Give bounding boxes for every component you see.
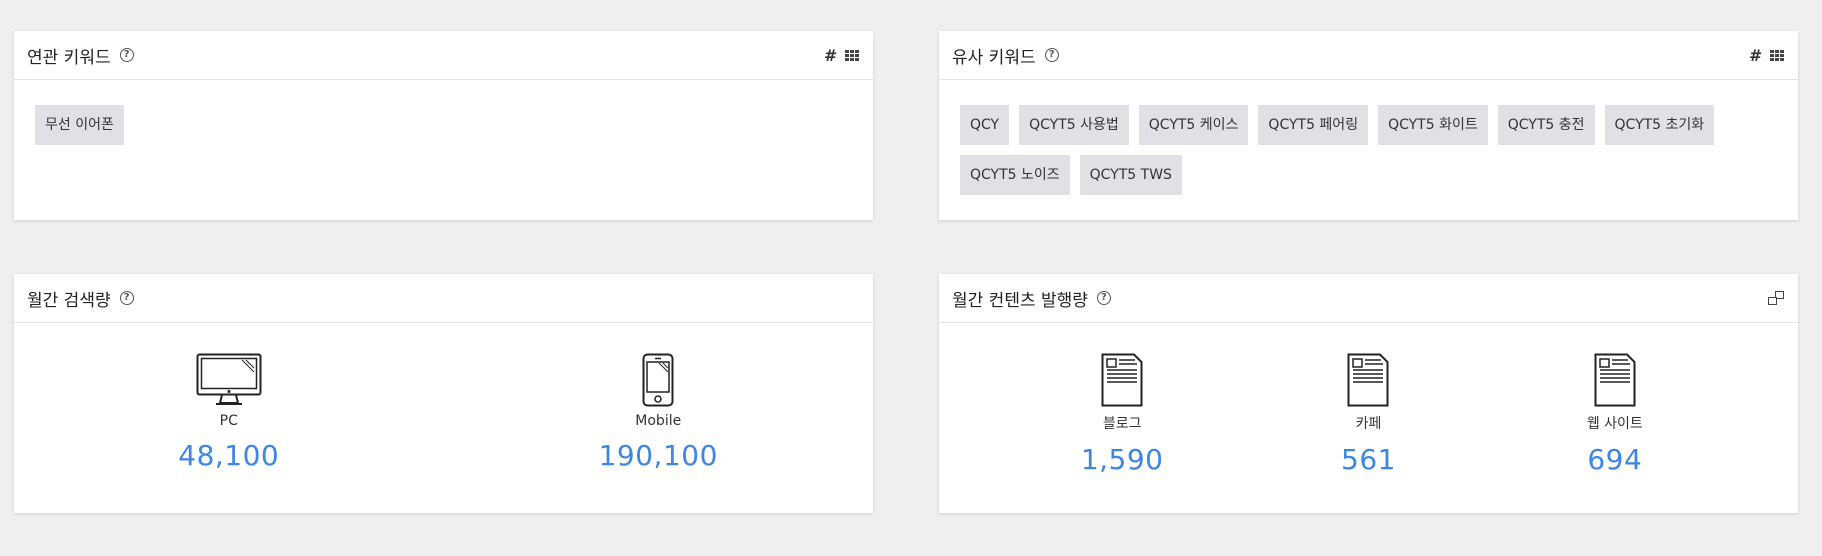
search-volume-card: 월간 검색량 ? PC 48,100 Mobile 190,100 <box>14 274 873 513</box>
stat-label: 블로그 <box>1102 416 1142 432</box>
similar-tags: QCY QCYT5 사용법 QCYT5 케이스 QCYT5 페어링 QCYT5 … <box>939 80 1798 195</box>
stat-label: PC <box>219 413 238 429</box>
keyword-tag[interactable]: QCY <box>960 105 1010 145</box>
grid-view-icon[interactable] <box>1770 49 1784 61</box>
stat-label: Mobile <box>635 413 682 429</box>
document-icon <box>1594 353 1636 407</box>
card-header: 연관 키워드 ? # <box>14 31 873 80</box>
desktop-monitor-icon <box>196 353 262 405</box>
keyword-tag[interactable]: QCYT5 노이즈 <box>960 155 1070 195</box>
keyword-tag[interactable]: QCYT5 충전 <box>1497 105 1595 145</box>
keyword-tag[interactable]: QCYT5 사용법 <box>1019 105 1129 145</box>
pc-stat: PC 48,100 <box>14 323 444 513</box>
card-header: 유사 키워드 ? # <box>939 31 1798 80</box>
grid-view-icon[interactable] <box>845 49 859 61</box>
content-volume-card: 월간 컨텐츠 발행량 ? 블로그 1,590 카페 561 웹 사이트 694 <box>939 274 1798 513</box>
stat-value: 561 <box>1341 443 1396 476</box>
related-keywords-card: 연관 키워드 ? # 무선 이어폰 <box>14 31 873 220</box>
hash-icon[interactable]: # <box>824 46 835 65</box>
card-header: 월간 검색량 ? <box>14 274 873 323</box>
keyword-tag[interactable]: QCYT5 화이트 <box>1378 105 1488 145</box>
search-volume-stats: PC 48,100 Mobile 190,100 <box>14 323 873 513</box>
card-title: 연관 키워드 <box>27 47 111 68</box>
stat-value: 1,590 <box>1080 443 1164 476</box>
stat-label: 카페 <box>1355 416 1382 432</box>
keyword-tag[interactable]: QCYT5 페어링 <box>1258 105 1369 145</box>
card-header: 월간 컨텐츠 발행량 ? <box>939 274 1798 323</box>
keyword-tag[interactable]: QCYT5 케이스 <box>1138 105 1249 145</box>
smartphone-icon <box>642 353 674 407</box>
cafe-stat: 카페 561 <box>1245 323 1491 513</box>
stat-value: 190,100 <box>598 439 718 472</box>
help-icon[interactable]: ? <box>1044 48 1059 62</box>
related-tags: 무선 이어폰 <box>14 80 873 145</box>
mobile-stat: Mobile 190,100 <box>444 323 874 513</box>
content-volume-stats: 블로그 1,590 카페 561 웹 사이트 694 <box>939 323 1798 513</box>
stat-label: 웹 사이트 <box>1586 416 1643 432</box>
help-icon[interactable]: ? <box>119 291 134 305</box>
keyword-tag[interactable]: QCYT5 TWS <box>1079 155 1182 195</box>
hash-icon[interactable]: # <box>1749 46 1760 65</box>
help-icon[interactable]: ? <box>119 48 134 62</box>
similar-keywords-card: 유사 키워드 ? # QCY QCYT5 사용법 QCYT5 케이스 QCYT5… <box>939 31 1798 220</box>
keyword-tag[interactable]: QCYT5 초기화 <box>1604 105 1715 145</box>
stat-value: 694 <box>1587 443 1643 476</box>
blog-stat: 블로그 1,590 <box>999 323 1245 513</box>
document-icon <box>1347 353 1389 407</box>
stat-value: 48,100 <box>178 439 280 472</box>
card-title: 월간 컨텐츠 발행량 <box>952 290 1088 311</box>
document-icon <box>1101 353 1143 407</box>
card-title: 월간 검색량 <box>27 290 111 311</box>
help-icon[interactable]: ? <box>1096 291 1111 305</box>
website-stat: 웹 사이트 694 <box>1492 323 1738 513</box>
popout-icon[interactable] <box>1768 291 1784 305</box>
card-title: 유사 키워드 <box>952 47 1036 68</box>
keyword-tag[interactable]: 무선 이어폰 <box>35 105 124 145</box>
